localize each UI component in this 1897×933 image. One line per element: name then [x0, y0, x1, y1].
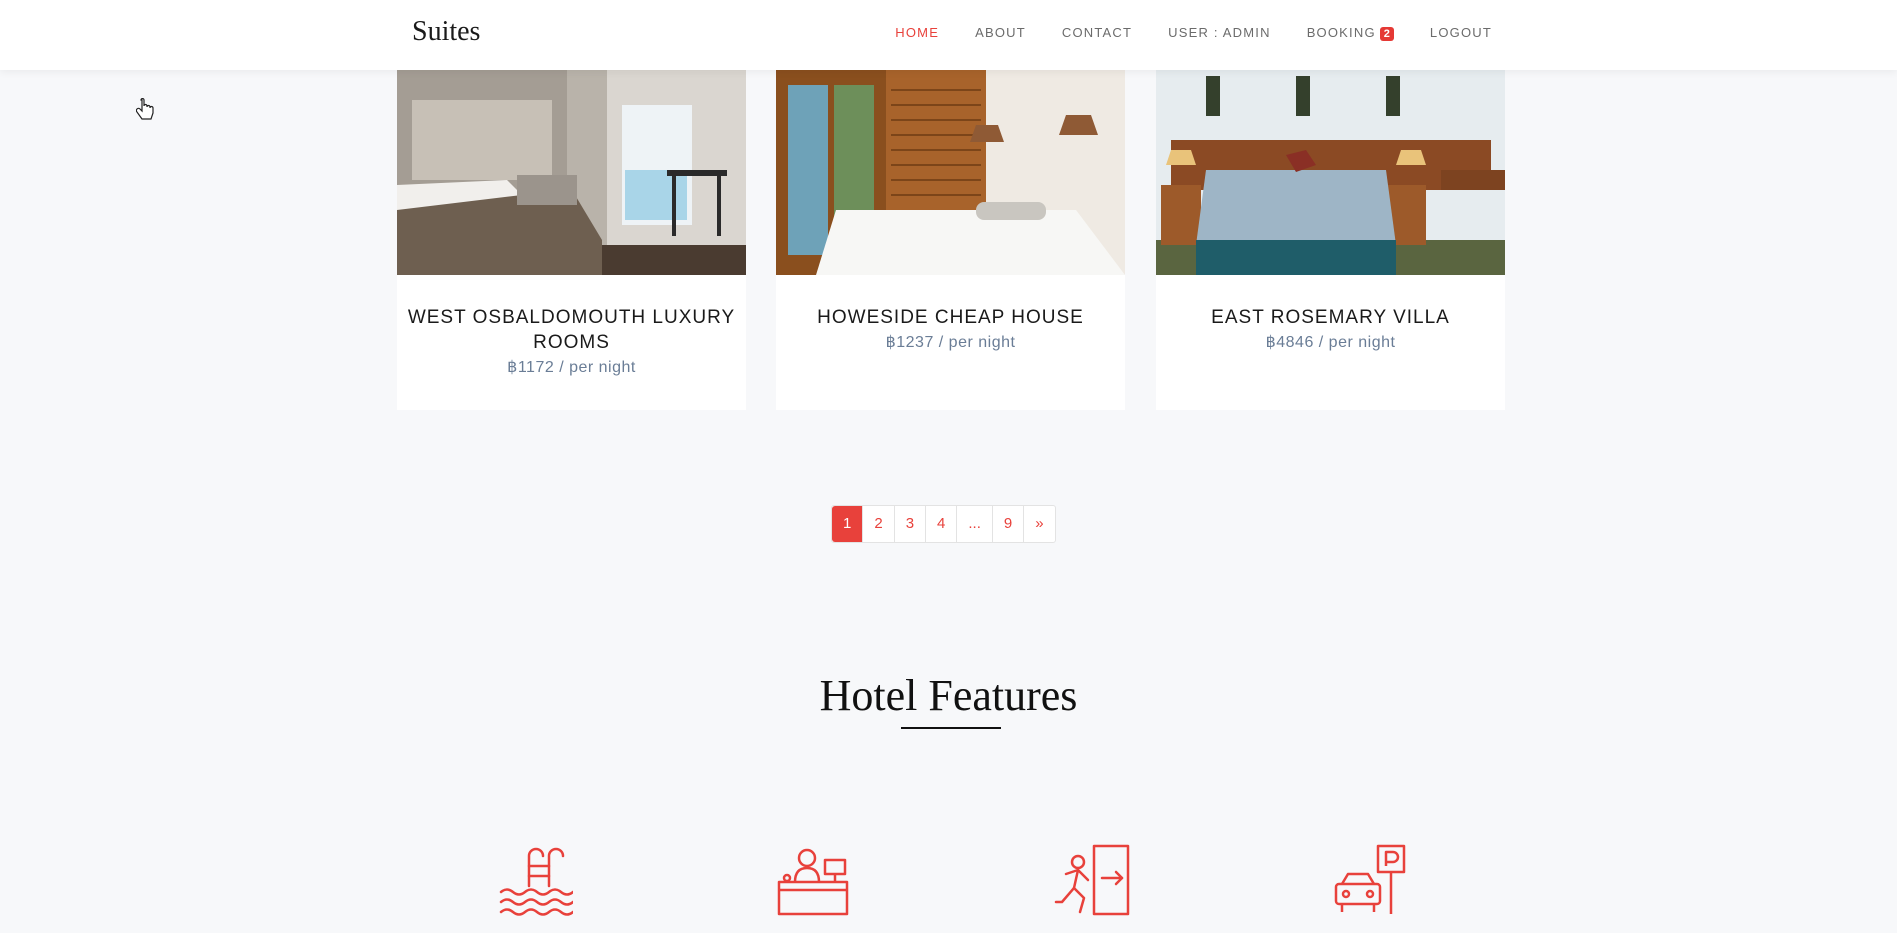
page-ellipsis: ...: [956, 506, 992, 542]
page-9-button[interactable]: 9: [991, 506, 1023, 542]
room-price: ฿4846 / per night: [1265, 334, 1396, 351]
room-card[interactable]: EAST ROSEMARY VILLA ฿4846 / per night: [1156, 70, 1505, 410]
room-photo[interactable]: [1156, 70, 1505, 275]
page-4-button[interactable]: 4: [925, 506, 956, 542]
emergency-exit-icon: [1054, 842, 1130, 918]
room-title[interactable]: HOWESIDE CHEAP HOUSE: [786, 305, 1115, 330]
title-underline: [901, 727, 1001, 729]
features-title: Hotel Features: [819, 671, 1078, 720]
page-2-button[interactable]: 2: [862, 506, 893, 542]
nav-booking[interactable]: BOOKING 2: [1307, 25, 1394, 41]
room-card[interactable]: HOWESIDE CHEAP HOUSE ฿1237 / per night: [776, 70, 1125, 410]
swimming-pool-icon: [497, 842, 573, 918]
room-title[interactable]: EAST ROSEMARY VILLA: [1166, 305, 1495, 330]
nav-home[interactable]: HOME: [895, 25, 939, 41]
page-1-button[interactable]: 1: [832, 506, 863, 542]
nav-about[interactable]: ABOUT: [975, 25, 1026, 41]
room-photo[interactable]: [776, 70, 1125, 275]
navbar: Suites HOME ABOUT CONTACT USER : ADMIN B…: [0, 0, 1897, 70]
booking-count-badge: 2: [1379, 27, 1394, 41]
room-card[interactable]: WEST OSBALDOMOUTH LUXURY ROOMS ฿1172 / p…: [397, 70, 746, 410]
main-nav: HOME ABOUT CONTACT USER : ADMIN BOOKING 2…: [895, 25, 1492, 41]
page-3-button[interactable]: 3: [893, 506, 925, 542]
nav-user[interactable]: USER : ADMIN: [1168, 25, 1271, 41]
room-title[interactable]: WEST OSBALDOMOUTH LUXURY ROOMS: [407, 305, 736, 355]
mouse-cursor-icon: [135, 97, 156, 127]
room-price: ฿1172 / per night: [507, 359, 636, 376]
parking-icon: [1332, 842, 1408, 918]
brand-logo[interactable]: Suites: [412, 16, 480, 48]
room-price: ฿1237 / per night: [885, 334, 1016, 351]
pagination: 1 2 3 4 ... 9 »: [831, 505, 1056, 543]
next-page-button[interactable]: »: [1023, 506, 1054, 542]
room-photo[interactable]: [397, 70, 746, 275]
nav-logout[interactable]: LOGOUT: [1430, 25, 1492, 41]
reception-desk-icon: [775, 842, 851, 918]
nav-contact[interactable]: CONTACT: [1062, 25, 1132, 41]
nav-booking-label: BOOKING: [1306, 25, 1376, 40]
